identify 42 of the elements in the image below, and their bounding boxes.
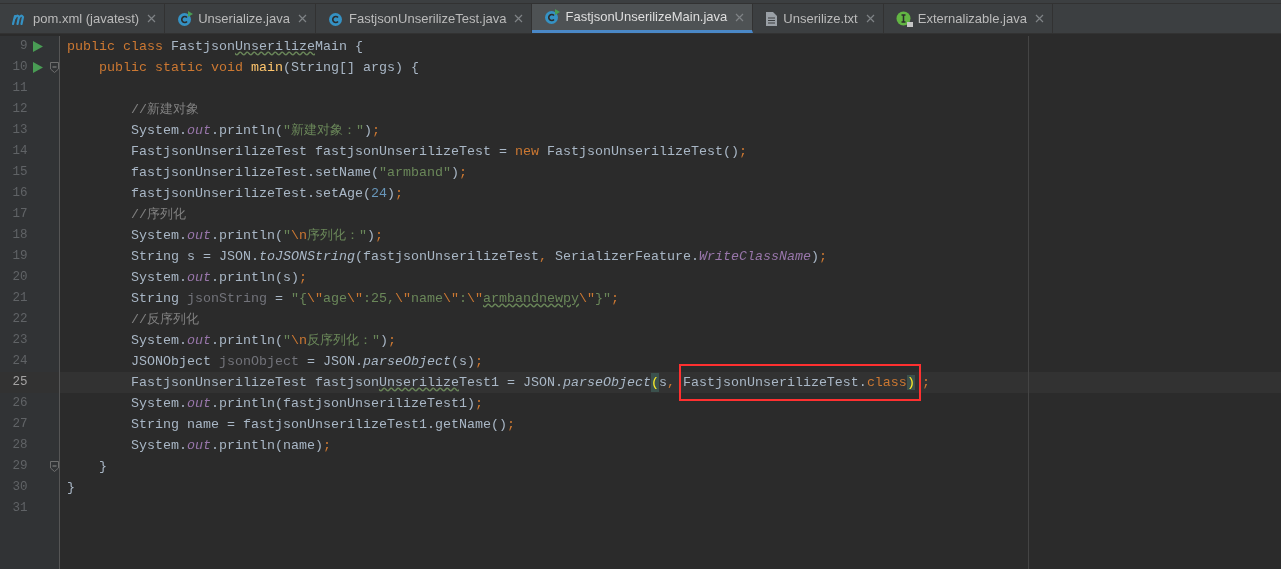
run-icon[interactable] — [33, 62, 44, 73]
class-icon — [544, 9, 561, 25]
code-line: FastjsonUnserilizeTest fastjsonUnserilizeTest = new FastjsonUnserilizeTest(); — [130, 142, 748, 161]
code-line: System.out.println("\n反序列化："); — [130, 331, 397, 350]
close-icon[interactable] — [514, 14, 524, 23]
line-number: 25 — [11, 374, 28, 392]
code-line: System.out.println(fastjsonUnserilizeTest1); — [130, 394, 484, 413]
close-icon[interactable] — [735, 12, 745, 22]
code-line: fastjsonUnserilizeTest.setName("armband"); — [130, 163, 468, 182]
code-line: public static void main(String[] args) { — [98, 58, 420, 77]
highlight-box: FastjsonUnserilizeTest.class) — [678, 363, 921, 402]
code-line: String jsonString = "{\"age\":25,\"name\":\"armbandnewpy\"}"; — [130, 289, 620, 308]
code-line: public class FastjsonUnserilizeMain { — [66, 37, 364, 56]
document-icon — [765, 10, 779, 27]
close-icon[interactable] — [1034, 14, 1044, 23]
editor-tab[interactable]: FastjsonUnserilizeMain.java — [532, 4, 754, 33]
code-line: //反序列化 — [130, 310, 200, 329]
editor-tab[interactable]: Unserilize.txt — [753, 4, 884, 33]
class-icon — [327, 10, 344, 27]
fold-icon[interactable] — [49, 461, 59, 472]
close-icon[interactable] — [297, 14, 307, 23]
code-line: } — [98, 457, 108, 476]
run-icon[interactable] — [33, 41, 44, 52]
close-icon[interactable] — [147, 14, 157, 23]
interface-icon — [895, 10, 913, 27]
class-icon — [177, 10, 194, 27]
editor-tab[interactable]: Unserialize.java — [165, 4, 316, 33]
code-line: //序列化 — [130, 205, 187, 224]
code-line: System.out.println(name); — [130, 436, 332, 455]
editor-tab[interactable]: pom.xml (javatest) — [0, 4, 166, 33]
code-line: String s = JSON.toJSONString(fastjsonUnserilizeTest, SerializerFeature.WriteClassName); — [130, 247, 828, 266]
fold-icon[interactable] — [49, 62, 59, 73]
editor-tab[interactable]: Externalizable.java — [883, 4, 1053, 33]
code-line: System.out.println("新建对象："); — [130, 121, 381, 140]
code-line: String name = fastjsonUnserilizeTest1.getName(); — [130, 415, 516, 434]
code-line: } — [66, 478, 76, 497]
close-icon[interactable] — [865, 14, 875, 23]
code-line: System.out.println(s); — [130, 268, 308, 287]
code-line: fastjsonUnserilizeTest.setAge(24); — [130, 184, 404, 203]
code-line: JSONObject jsonObject = JSON.parseObject(s); — [130, 352, 484, 371]
code-line: //新建对象 — [130, 100, 200, 119]
code-line: System.out.println("\n序列化："); — [130, 226, 384, 245]
